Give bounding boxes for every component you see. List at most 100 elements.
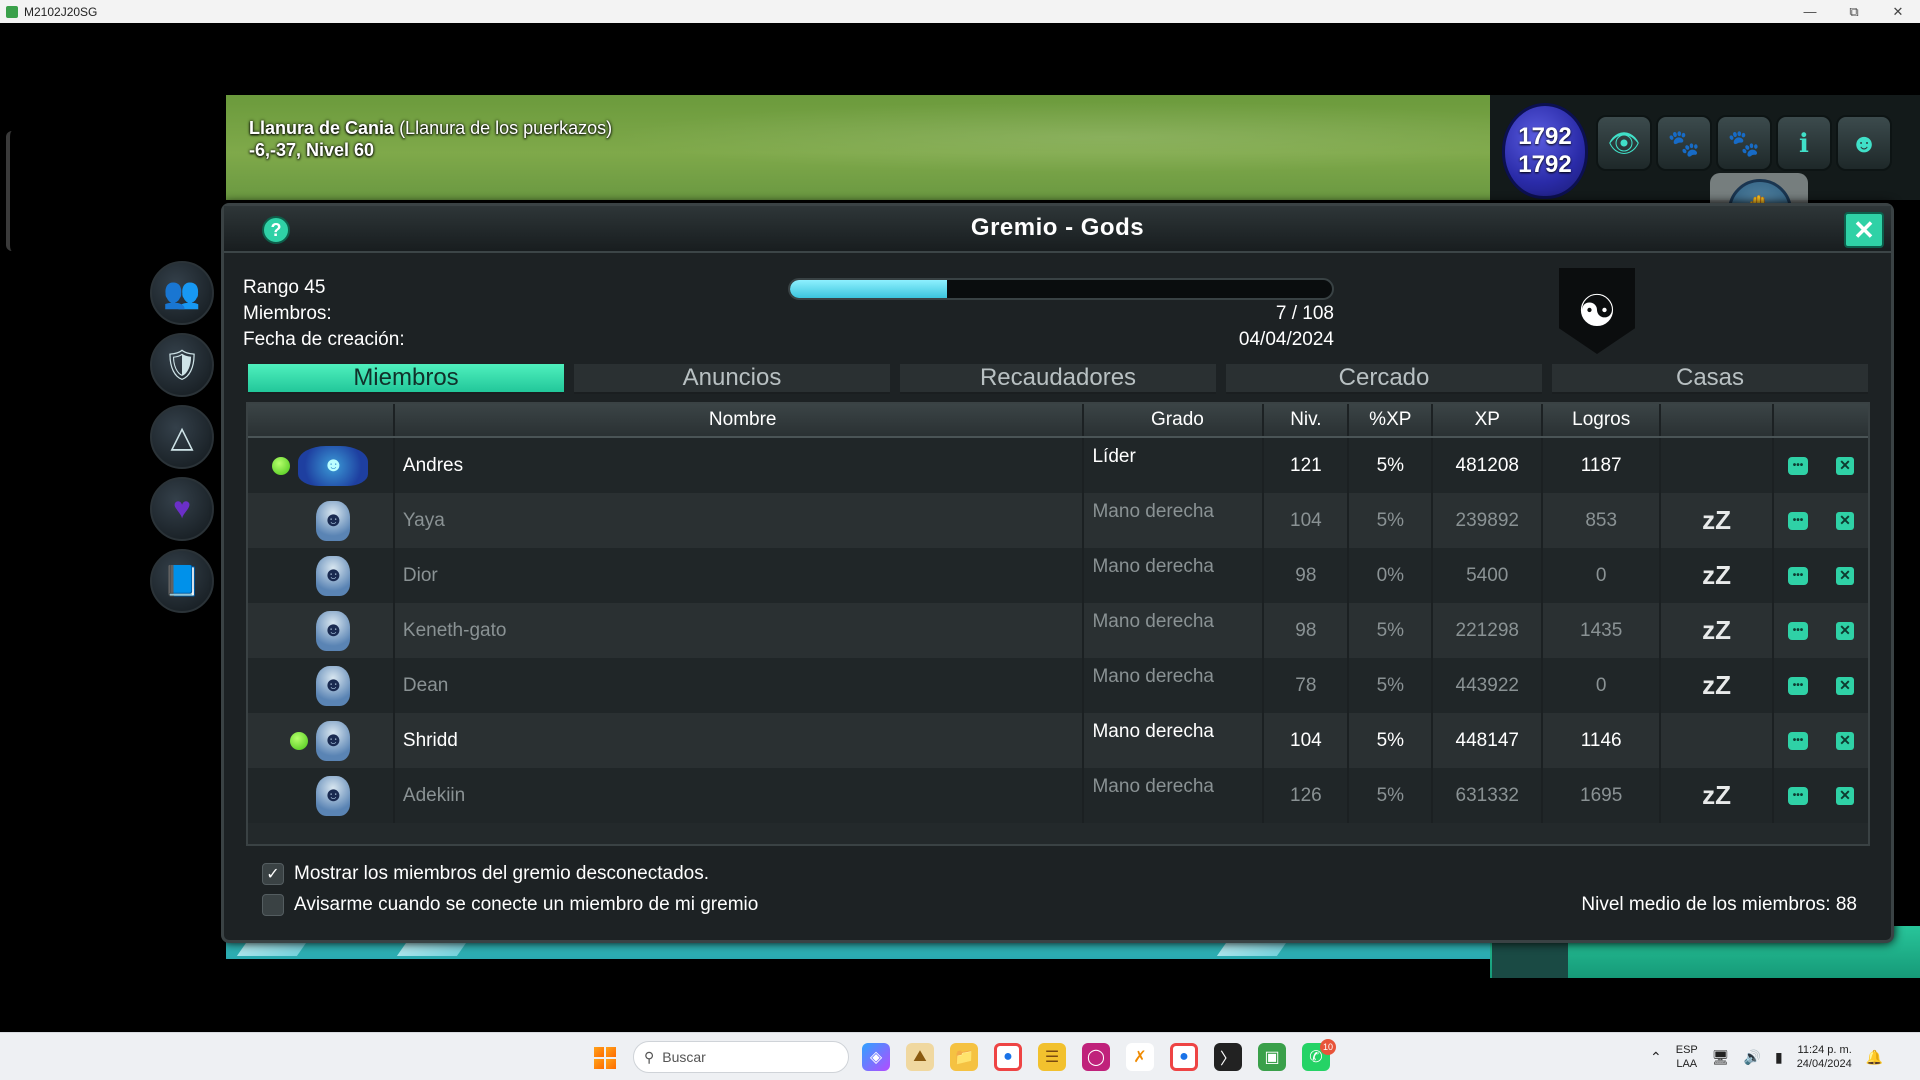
tab-casas[interactable]: Casas [1552, 364, 1868, 394]
message-icon[interactable]: ••• [1788, 456, 1809, 475]
terminal-icon[interactable]: 〉 [1214, 1043, 1242, 1071]
game-app-icon[interactable]: ▣ [1258, 1043, 1286, 1071]
table-row[interactable]: ☻ Dean Mano derecha 78 5% 443922 0 zZ ••… [248, 658, 1868, 713]
col-grade-header[interactable]: Grado [1084, 404, 1265, 436]
photos-icon[interactable]: ⛰ [906, 1043, 934, 1071]
message-icon[interactable]: ••• [1788, 511, 1809, 530]
alliance-icon[interactable]: △ [150, 405, 214, 469]
directory-book-icon[interactable]: 📘 [150, 549, 214, 613]
table-row[interactable]: ☻ Keneth-gato Mano derecha 98 5% 221298 … [248, 603, 1868, 658]
chevron-up-icon[interactable]: ⌃ [1650, 1049, 1662, 1066]
notify-checkbox[interactable] [262, 894, 284, 916]
message-icon[interactable]: ••• [1788, 676, 1809, 695]
table-header: Nombre Grado Niv. %XP XP Logros [248, 404, 1868, 438]
member-name[interactable]: Shridd [395, 713, 1085, 768]
tab-recaudadores[interactable]: Recaudadores [900, 364, 1216, 394]
clock[interactable]: 11:24 p. m. 24/04/2024 [1797, 1043, 1852, 1071]
volume-icon[interactable]: 🔊 [1744, 1049, 1761, 1066]
table-row[interactable]: ☻ Andres Líder 121 5% 481208 1187 ••• ✕ [248, 438, 1868, 493]
members-label: Miembros: [243, 303, 332, 324]
show-offline-checkbox[interactable]: ✓ [262, 863, 284, 885]
message-icon[interactable]: ••• [1788, 786, 1809, 805]
guild-shield-icon[interactable]: 🛡 [150, 333, 214, 397]
whatsapp-icon[interactable]: ✆ 10 [1302, 1039, 1336, 1071]
message-icon[interactable]: ••• [1788, 731, 1809, 750]
table-row[interactable]: ☻ Shridd Mano derecha 104 5% 448147 1146… [248, 713, 1868, 768]
tab-miembros[interactable]: Miembros [248, 364, 564, 394]
member-name[interactable]: Dean [395, 658, 1085, 713]
show-offline-option[interactable]: ✓ Mostrar los miembros del gremio descon… [262, 863, 709, 885]
info-icon[interactable]: ℹ [1776, 115, 1832, 171]
character-avatar: ☻ [316, 500, 351, 541]
character-avatar: ☻ [316, 610, 351, 651]
col-achievements-header[interactable]: Logros [1543, 404, 1662, 436]
instagram-icon[interactable]: ◯ [1082, 1043, 1110, 1071]
dialog-title: Gremio - Gods [970, 214, 1145, 241]
kick-icon[interactable]: ✕ [1836, 456, 1855, 475]
file-explorer-icon[interactable]: 📁 [950, 1043, 978, 1071]
notification-bell-icon[interactable]: 🔔 [1866, 1049, 1883, 1066]
close-window-button[interactable]: ✕ [1876, 0, 1920, 23]
tab-anuncios[interactable]: Anuncios [574, 364, 890, 394]
kick-icon[interactable]: ✕ [1836, 621, 1855, 640]
members-group-icon[interactable]: 👥 [150, 261, 214, 325]
kick-icon[interactable]: ✕ [1836, 731, 1855, 750]
away-status-icon: zZ [1661, 603, 1775, 658]
away-status-icon: zZ [1661, 658, 1775, 713]
table-row[interactable]: ☻ Dior Mano derecha 98 0% 5400 0 zZ ••• … [248, 548, 1868, 603]
member-name[interactable]: Yaya [395, 493, 1085, 548]
col-xp-pct-header[interactable]: %XP [1349, 404, 1434, 436]
network-icon[interactable]: 🖥 [1712, 1049, 1730, 1066]
member-name[interactable]: Keneth-gato [395, 603, 1085, 658]
average-level: Nivel medio de los miembros: 88 [1581, 894, 1857, 915]
language-indicator[interactable]: ESP LAA [1676, 1043, 1698, 1071]
eye-icon[interactable]: 👁 [1596, 115, 1652, 171]
kick-icon[interactable]: ✕ [1836, 511, 1855, 530]
member-name[interactable]: Adekiin [395, 768, 1085, 823]
notify-option[interactable]: Avisarme cuando se conecte un miembro de… [262, 894, 758, 916]
notes-icon[interactable]: ☰ [1038, 1043, 1066, 1071]
table-row[interactable]: ☻ Yaya Mano derecha 104 5% 239892 853 zZ… [248, 493, 1868, 548]
member-level: 121 [1264, 438, 1350, 493]
member-name[interactable]: Andres [395, 438, 1085, 493]
kick-icon[interactable]: ✕ [1836, 786, 1855, 805]
member-grade: Mano derecha [1084, 603, 1265, 658]
member-name[interactable]: Dior [395, 548, 1085, 603]
search-placeholder: Buscar [662, 1049, 706, 1065]
mask-icon[interactable]: ☻ [1836, 115, 1892, 171]
game-viewport[interactable]: Llanura de Cania (Llanura de los puerkaz… [0, 23, 1920, 1032]
col-xp-header[interactable]: XP [1433, 404, 1544, 436]
heart-icon[interactable]: ♥ [150, 477, 214, 541]
member-actions: ••• ✕ [1774, 768, 1868, 823]
copilot-icon[interactable]: ◈ [862, 1043, 890, 1071]
battery-icon[interactable]: ▮ [1775, 1049, 1783, 1066]
message-icon[interactable]: ••• [1788, 566, 1809, 585]
start-menu-icon[interactable] [594, 1047, 616, 1069]
col-name-header[interactable]: Nombre [395, 404, 1085, 436]
minimize-button[interactable]: — [1788, 0, 1832, 23]
restore-button[interactable]: ⧉ [1832, 0, 1876, 23]
member-xp-pct: 5% [1349, 658, 1434, 713]
taskbar-search[interactable]: ⚲ Buscar [633, 1041, 849, 1073]
guild-emblem: ☯ [1559, 268, 1635, 354]
close-dialog-button[interactable]: ✕ [1844, 212, 1884, 248]
paw-icon[interactable]: 🐾 [1716, 115, 1772, 171]
member-achievements: 853 [1543, 493, 1662, 548]
col-level-header[interactable]: Niv. [1264, 404, 1350, 436]
member-grade: Mano derecha [1084, 493, 1265, 548]
paw-icon[interactable]: 🐾 [1656, 115, 1712, 171]
col-actions-header [1774, 404, 1868, 436]
character-avatar: ☻ [316, 665, 351, 706]
table-row[interactable]: ☻ Adekiin Mano derecha 126 5% 631332 169… [248, 768, 1868, 823]
guild-xp-progress [788, 278, 1334, 300]
kick-icon[interactable]: ✕ [1836, 566, 1855, 585]
hp-heart[interactable]: 1792 1792 [1502, 103, 1588, 199]
kick-icon[interactable]: ✕ [1836, 676, 1855, 695]
chrome-icon[interactable]: ● [994, 1043, 1022, 1071]
clock-time: 11:24 p. m. [1797, 1044, 1852, 1056]
chrome-profile-icon[interactable]: ● [1170, 1043, 1198, 1071]
tab-cercado[interactable]: Cercado [1226, 364, 1542, 394]
message-icon[interactable]: ••• [1788, 621, 1809, 640]
member-grade: Mano derecha [1084, 713, 1265, 768]
vlc-icon[interactable]: ✗ [1126, 1043, 1154, 1071]
